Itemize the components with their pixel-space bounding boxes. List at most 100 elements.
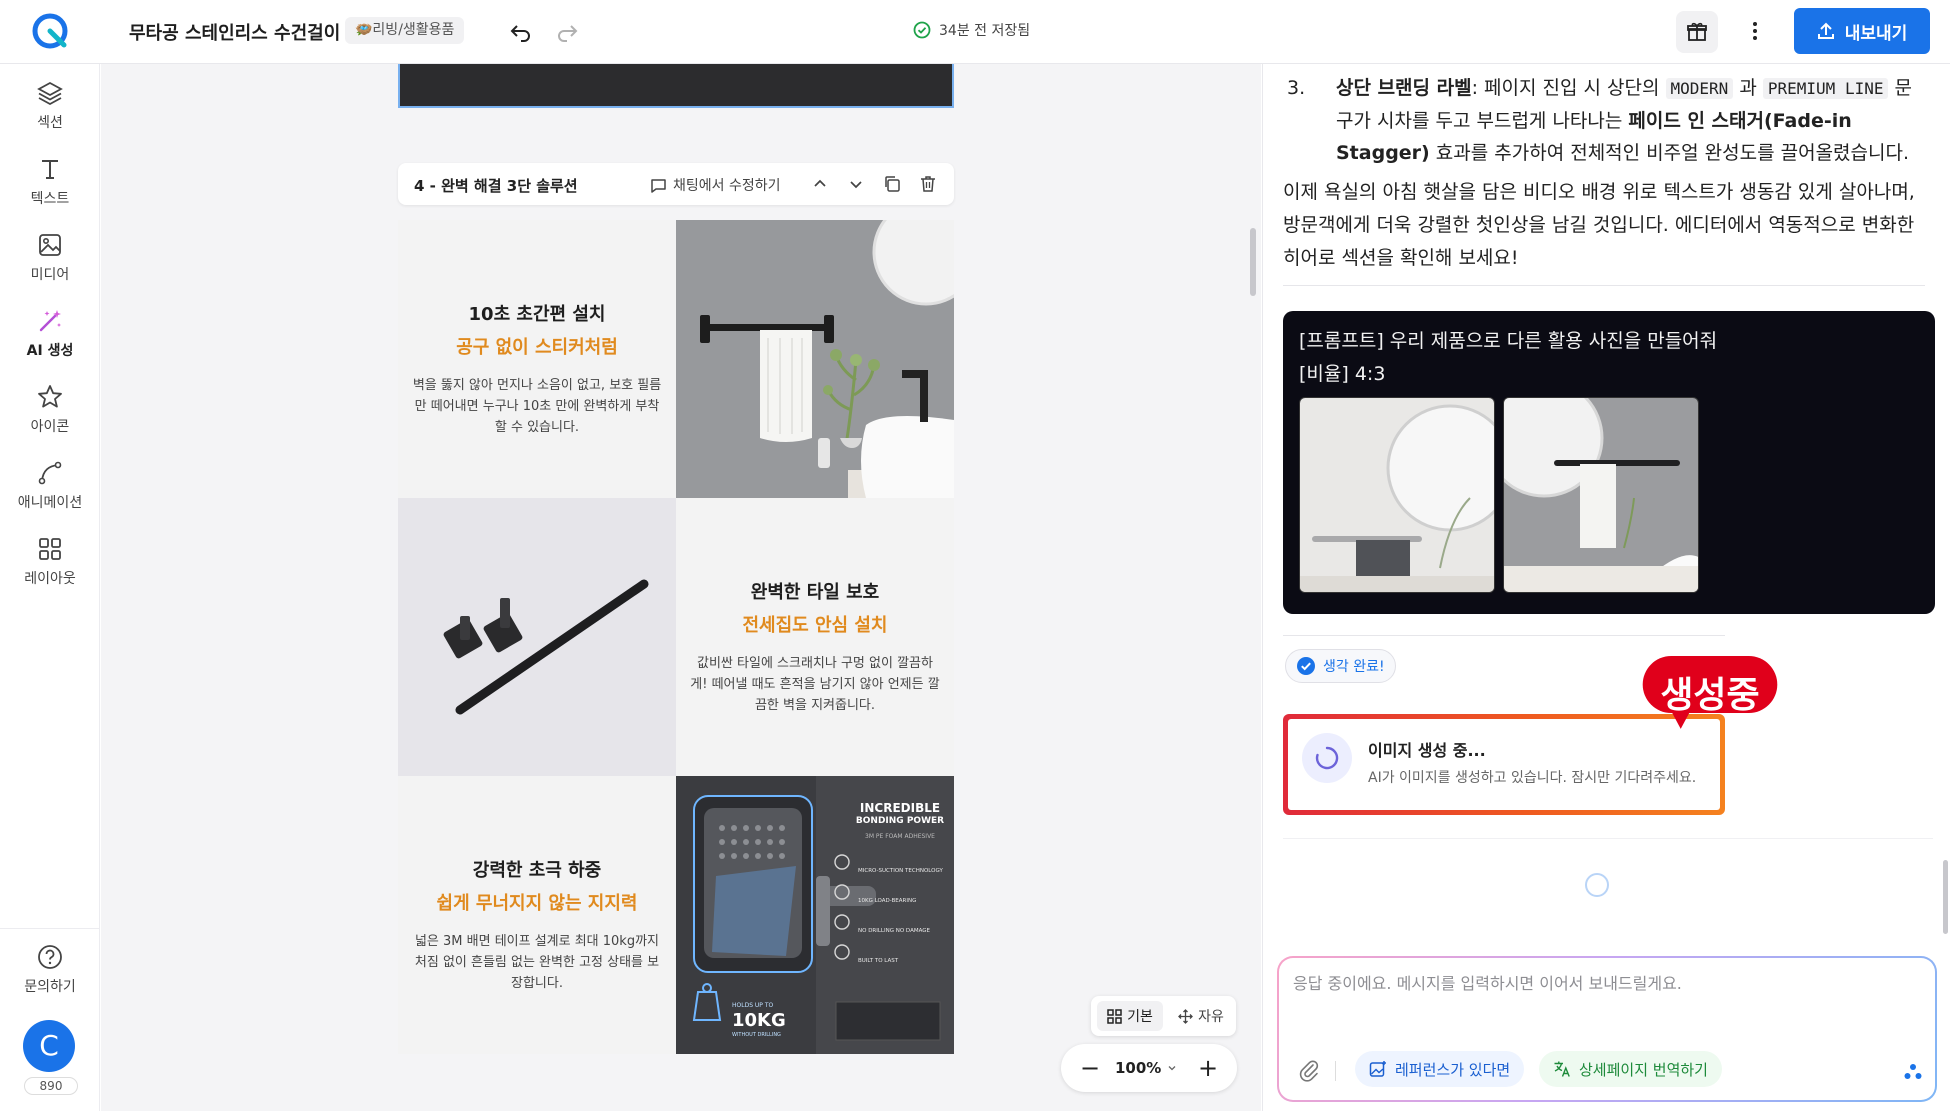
poster-spec: MICRO-SUCTION TECHNOLOGY — [858, 868, 943, 874]
product-photo-parts[interactable] — [398, 498, 676, 776]
sidebar-item-text[interactable]: 텍스트 — [0, 154, 100, 208]
canvas-scrollbar[interactable] — [1250, 228, 1256, 296]
duplicate-icon[interactable] — [882, 174, 902, 194]
sidebar-item-animation[interactable]: 애니메이션 — [0, 458, 100, 512]
feature-subtitle: 공구 없이 스티커처럼 — [456, 337, 618, 358]
grid-icon — [1107, 1008, 1122, 1024]
sidebar-item-label: 레이아웃 — [24, 571, 76, 587]
help-label: 문의하기 — [24, 979, 76, 995]
chevron-down-icon[interactable] — [846, 174, 866, 194]
thinking-done-chip[interactable]: 생각 완료! — [1285, 649, 1396, 683]
message-composer: 응답 중이에요. 메시지를 입력하시면 이어서 보내드릴게요. 레퍼런스가 있다… — [1277, 956, 1937, 1102]
feature-card[interactable]: 강력한 초극 하중 쉽게 무너지지 않는 지지력 넓은 3M 배면 테이프 설계… — [398, 776, 676, 1054]
grid-icon — [39, 538, 61, 560]
view-mode-toggle: 기본 자유 — [1091, 996, 1236, 1036]
gift-button[interactable] — [1676, 11, 1718, 53]
inline-code: MODERN — [1665, 78, 1734, 99]
layers-icon — [37, 81, 63, 106]
avatar[interactable]: C — [23, 1020, 75, 1072]
help-button[interactable]: 문의하기 — [0, 942, 100, 996]
poster-weight: 10KG — [732, 1010, 786, 1031]
thinking-done-label: 생각 완료! — [1323, 659, 1385, 675]
help-circle-icon — [38, 945, 62, 969]
edit-in-chat-button[interactable]: 채팅에서 수정하기 — [650, 175, 781, 195]
left-sidebar: 섹션 텍스트 미디어 AI 생성 아이콘 애니메이션 레이아웃 문의하기 C 8… — [0, 64, 100, 1111]
editor-canvas[interactable]: 4 - 완벽 해결 3단 솔루션 채팅에서 수정하기 10초 초간편 설치 공구… — [101, 64, 1261, 1111]
solution-section[interactable]: 10초 초간편 설치 공구 없이 스티커처럼 벽을 뚫지 않아 먼지나 소음이 … — [398, 220, 954, 1054]
save-status: 34분 전 저장됨 — [913, 20, 1030, 40]
text-icon — [42, 160, 58, 179]
zoom-out-button[interactable]: − — [1075, 1053, 1105, 1083]
feature-title: 강력한 초극 하중 — [472, 860, 602, 881]
chat-panel: 3. 상단 브랜딩 라벨: 페이지 진입 시 상단의 MODERN 과 PREM… — [1262, 64, 1950, 1111]
curve-icon — [38, 461, 62, 485]
app-logo[interactable] — [31, 12, 69, 50]
feature-body: 벽을 뚫지 않아 먼지나 소음이 없고, 보호 필름만 떼어내면 누구나 10초… — [412, 378, 662, 435]
translate-chip-label: 상세페이지 번역하기 — [1579, 1060, 1708, 1079]
reference-chip[interactable]: 레퍼런스가 있다면 — [1355, 1051, 1525, 1087]
prompt-ratio: [비율] 4:3 — [1299, 363, 1386, 385]
previous-section-block[interactable] — [398, 64, 954, 108]
sidebar-item-label: 텍스트 — [30, 191, 70, 207]
feature-card[interactable]: 10초 초간편 설치 공구 없이 스티커처럼 벽을 뚫지 않아 먼지나 소음이 … — [398, 220, 676, 498]
more-options-button[interactable] — [1740, 16, 1770, 46]
redo-icon[interactable] — [554, 18, 580, 44]
message-input[interactable]: 응답 중이에요. 메시지를 입력하시면 이어서 보내드릴게요. — [1293, 970, 1682, 994]
poster-spec: 10KG LOAD-BEARING — [858, 898, 917, 904]
undo-icon[interactable] — [508, 18, 534, 44]
chat-scrollbar[interactable] — [1943, 860, 1948, 934]
gift-icon — [1687, 22, 1707, 41]
sidebar-item-ai-generate[interactable]: AI 생성 — [0, 306, 100, 360]
inline-code: PREMIUM LINE — [1762, 78, 1889, 99]
reference-thumbnail[interactable] — [1503, 397, 1699, 593]
export-label: 내보내기 — [1844, 23, 1908, 44]
ai-sparkle-icon[interactable] — [1903, 1062, 1923, 1082]
composer-body[interactable]: 응답 중이에요. 메시지를 입력하시면 이어서 보내드릴게요. 레퍼런스가 있다… — [1279, 958, 1935, 1100]
chevron-up-icon[interactable] — [810, 174, 830, 194]
sidebar-item-label: 애니메이션 — [17, 495, 83, 511]
feature-subtitle: 전세집도 안심 설치 — [742, 615, 888, 636]
sidebar-item-label: AI 생성 — [26, 343, 74, 359]
prompt-card: [프롬프트] 우리 제품으로 다른 활용 사진을 만들어줘 [비율] 4:3 — [1283, 311, 1935, 614]
reference-thumbnail[interactable] — [1299, 397, 1495, 593]
sidebar-item-media[interactable]: 미디어 — [0, 230, 100, 284]
translate-icon — [1554, 1061, 1570, 1077]
magic-wand-icon — [39, 310, 61, 332]
zoom-value: 100% — [1115, 1059, 1162, 1077]
image-add-icon — [1369, 1061, 1386, 1077]
view-basic-button[interactable]: 기본 — [1097, 1001, 1163, 1031]
generation-card: 이미지 생성 중... AI가 이미지를 생성하고 있습니다. 잠시만 기다려주… — [1288, 719, 1720, 810]
poster-holds-label: HOLDS UP TO — [732, 1002, 774, 1009]
feature-subtitle: 쉽게 무너지지 않는 지지력 — [436, 893, 638, 914]
loading-spinner-icon — [1315, 746, 1339, 770]
zoom-in-button[interactable]: + — [1193, 1053, 1223, 1083]
bathroom-illustration — [676, 220, 954, 498]
list-text: 효과를 추가하여 전체적인 비주얼 완성도를 끌어올렸습니다. — [1429, 142, 1910, 164]
zoom-level[interactable]: 100% — [1115, 1059, 1177, 1077]
move-icon — [1178, 1008, 1194, 1024]
check-circle-icon — [1297, 657, 1315, 675]
view-free-button[interactable]: 자유 — [1171, 1001, 1231, 1031]
paperclip-icon[interactable] — [1297, 1058, 1321, 1082]
chevron-down-icon — [1168, 1066, 1176, 1071]
sidebar-item-label: 미디어 — [30, 267, 70, 283]
sidebar-item-section[interactable]: 섹션 — [0, 78, 100, 132]
sidebar-item-layout[interactable]: 레이아웃 — [0, 534, 100, 588]
product-photo-bathroom[interactable] — [676, 220, 954, 498]
category-chip[interactable]: 🪺리빙/생활용품 — [345, 17, 465, 44]
credit-badge[interactable]: 890 — [24, 1077, 78, 1095]
generation-description: AI가 이미지를 생성하고 있습니다. 잠시만 기다려주세요. — [1368, 770, 1697, 786]
sidebar-item-icons[interactable]: 아이콘 — [0, 382, 100, 436]
feature-card[interactable]: 완벽한 타일 보호 전세집도 안심 설치 값비싼 타일에 스크래치나 구멍 없이… — [676, 498, 954, 776]
composer-separator — [1335, 1061, 1336, 1081]
bonding-poster[interactable]: INCREDIBLE BONDING POWER 3M PE FOAM ADHE… — [676, 776, 954, 1054]
section-header: 4 - 완벽 해결 3단 솔루션 채팅에서 수정하기 — [398, 163, 954, 205]
image-icon — [39, 234, 61, 256]
view-basic-label: 기본 — [1127, 1009, 1153, 1025]
export-button[interactable]: 내보내기 — [1794, 8, 1930, 54]
trash-icon[interactable] — [918, 174, 938, 194]
document-title[interactable]: 무타공 스테인리스 수건걸이 — [129, 19, 340, 45]
sidebar-item-label: 아이콘 — [30, 419, 70, 435]
poster-headline: INCREDIBLE BONDING POWER 3M PE FOAM ADHE… — [852, 802, 948, 843]
translate-chip[interactable]: 상세페이지 번역하기 — [1539, 1051, 1722, 1087]
